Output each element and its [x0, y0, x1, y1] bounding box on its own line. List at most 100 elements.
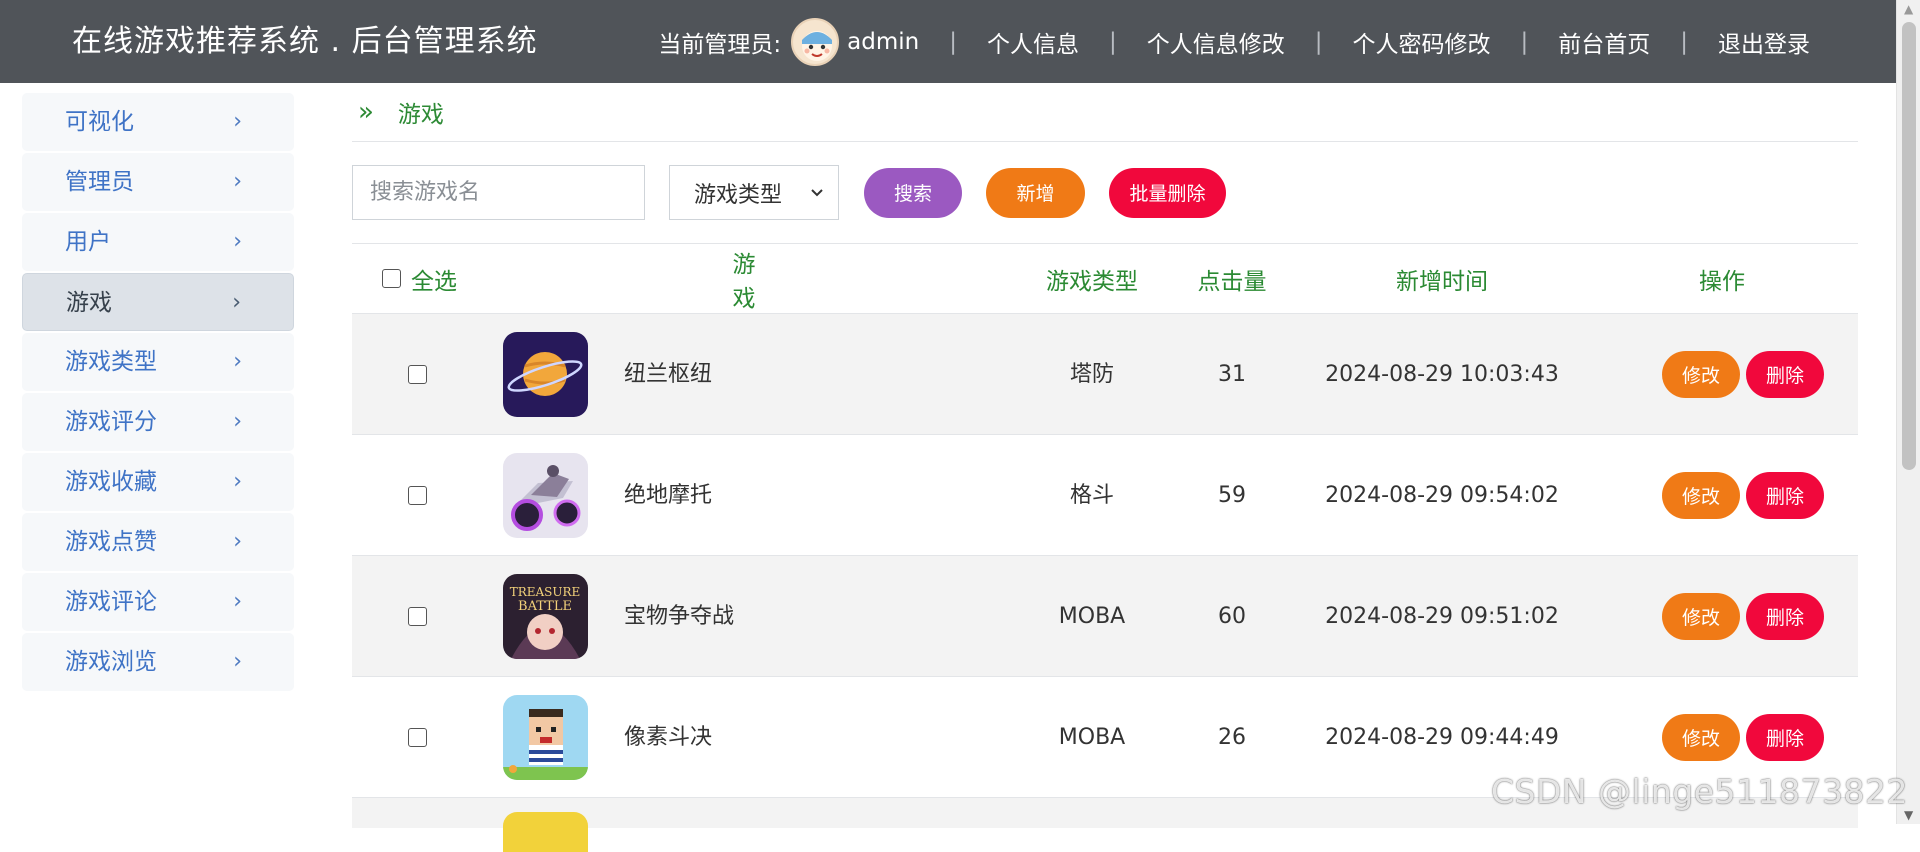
- select-all-label: 全选: [411, 268, 457, 295]
- game-clicks: 59: [1218, 483, 1246, 508]
- chevron-right-icon: ›: [233, 409, 242, 434]
- game-name: 绝地摩托: [624, 483, 713, 508]
- sidebar-item-game-views[interactable]: 游戏浏览 ›: [22, 633, 294, 691]
- breadcrumb-current: 游戏: [397, 102, 444, 128]
- game-time: 2024-08-29 09:51:02: [1325, 604, 1559, 629]
- game-clicks: 26: [1218, 725, 1246, 750]
- search-input[interactable]: [352, 165, 645, 220]
- nav-edit-profile-link[interactable]: 个人信息修改: [1147, 25, 1285, 59]
- delete-button[interactable]: 删除: [1746, 593, 1824, 640]
- chevron-right-icon: ›: [233, 589, 242, 614]
- select-all-checkbox[interactable]: [382, 269, 401, 288]
- game-type: 格斗: [1069, 483, 1114, 508]
- delete-button[interactable]: 删除: [1746, 472, 1824, 519]
- delete-button[interactable]: 删除: [1746, 714, 1824, 761]
- motorbike-icon[interactable]: [503, 453, 588, 538]
- sidebar-item-label: 管理员: [65, 169, 134, 195]
- table-header: 全选 游戏 游戏类型 点击量 新增时间 操作: [352, 244, 1858, 314]
- batch-delete-button[interactable]: 批量删除: [1109, 167, 1226, 218]
- admin-label: 当前管理员:: [658, 31, 782, 58]
- sidebar-item-label: 游戏收藏: [65, 469, 157, 495]
- sidebar-item-label: 游戏浏览: [65, 649, 157, 675]
- select-all: 全选: [382, 262, 457, 296]
- row-actions: 修改 删除: [1662, 593, 1824, 640]
- nav-logout-link[interactable]: 退出登录: [1718, 25, 1810, 59]
- planet-icon[interactable]: [503, 332, 588, 417]
- nav-frontend-home-link[interactable]: 前台首页: [1558, 25, 1650, 59]
- search-toolbar: 游戏类型 搜索 新增 批量删除: [352, 142, 1858, 244]
- game-thumbnail-icon[interactable]: [503, 812, 588, 852]
- row-checkbox[interactable]: [408, 486, 427, 505]
- nav-separator: |: [1109, 28, 1117, 55]
- nav-profile-link[interactable]: 个人信息: [987, 25, 1079, 59]
- chevron-right-icon: ›: [233, 529, 242, 554]
- scrollbar-thumb[interactable]: [1902, 22, 1916, 470]
- chevron-right-icon: ›: [233, 349, 242, 374]
- header-type: 游戏类型: [1046, 268, 1138, 295]
- edit-button[interactable]: 修改: [1662, 593, 1740, 640]
- add-button[interactable]: 新增: [986, 167, 1085, 218]
- sidebar: 可视化 › 管理员 › 用户 › 游戏 › 游戏类型 › 游戏评分 › 游戏收藏 › 游戏点赞…: [22, 93, 294, 693]
- edit-button[interactable]: 修改: [1662, 472, 1740, 519]
- row-actions: 修改 删除: [1662, 472, 1824, 519]
- scroll-up-arrow-icon[interactable]: ▲: [1904, 2, 1913, 16]
- game-type: MOBA: [1058, 725, 1126, 750]
- game-time: 2024-08-29 10:03:43: [1325, 362, 1559, 387]
- sidebar-item-game-comments[interactable]: 游戏评论 ›: [22, 573, 294, 631]
- sidebar-item-admins[interactable]: 管理员 ›: [22, 153, 294, 211]
- header-ops: 操作: [1699, 268, 1745, 295]
- nav-change-password-link[interactable]: 个人密码修改: [1353, 25, 1491, 59]
- header-clicks: 点击量: [1197, 268, 1267, 295]
- admin-avatar: [791, 17, 840, 66]
- sidebar-item-label: 游戏评分: [65, 409, 157, 435]
- sidebar-item-games[interactable]: 游戏 ›: [22, 273, 294, 331]
- table-row: 纽兰枢纽 塔防 31 2024-08-29 10:03:43 修改 删除: [352, 314, 1858, 435]
- chevron-down-icon: [811, 188, 823, 196]
- table-row: 绝地摩托 格斗 59 2024-08-29 09:54:02 修改 删除: [352, 435, 1858, 556]
- sidebar-item-users[interactable]: 用户 ›: [22, 213, 294, 271]
- sidebar-item-label: 用户: [65, 229, 111, 255]
- game-type: MOBA: [1058, 604, 1126, 629]
- header-game: 游戏: [732, 251, 756, 312]
- game-type-select[interactable]: 游戏类型: [669, 165, 839, 220]
- row-checkbox[interactable]: [408, 365, 427, 384]
- edit-button[interactable]: 修改: [1662, 351, 1740, 398]
- game-name: 宝物争夺战: [624, 604, 735, 629]
- game-type: 塔防: [1069, 362, 1114, 387]
- sidebar-item-label: 游戏评论: [65, 589, 157, 615]
- row-checkbox[interactable]: [408, 607, 427, 626]
- sidebar-item-game-types[interactable]: 游戏类型 ›: [22, 333, 294, 391]
- sidebar-item-game-ratings[interactable]: 游戏评分 ›: [22, 393, 294, 451]
- nav-separator: |: [1680, 28, 1688, 55]
- row-actions: 修改 删除: [1662, 351, 1824, 398]
- header-time: 新增时间: [1396, 268, 1488, 295]
- sidebar-item-label: 游戏点赞: [65, 529, 157, 555]
- admin-name[interactable]: admin: [847, 29, 919, 55]
- page-scrollbar[interactable]: ▲ ▼: [1896, 0, 1920, 824]
- game-clicks: 60: [1218, 604, 1246, 629]
- sidebar-item-label: 游戏类型: [65, 349, 157, 375]
- sidebar-item-label: 可视化: [65, 109, 134, 135]
- pixel-character-icon[interactable]: [503, 695, 588, 780]
- delete-button[interactable]: 删除: [1746, 351, 1824, 398]
- sidebar-item-game-favorites[interactable]: 游戏收藏 ›: [22, 453, 294, 511]
- edit-button[interactable]: 修改: [1662, 714, 1740, 761]
- csdn-watermark: CSDN @linge511873822: [1490, 772, 1908, 811]
- game-name: 纽兰枢纽: [624, 362, 713, 387]
- game-clicks: 31: [1218, 362, 1246, 387]
- chevron-right-icon: ›: [233, 169, 242, 194]
- main-content: » 游戏 游戏类型 搜索 新增 批量删除 全选 游戏 游戏类型 点击量 新增时间…: [352, 83, 1858, 852]
- sidebar-item-game-likes[interactable]: 游戏点赞 ›: [22, 513, 294, 571]
- treasure-battle-logo-text: BATTLE: [518, 599, 572, 614]
- treasure-battle-icon[interactable]: TREASURE BATTLE: [503, 574, 588, 659]
- row-checkbox[interactable]: [408, 728, 427, 747]
- game-type-select-value: 游戏类型: [694, 182, 783, 208]
- nav-separator: |: [1520, 28, 1529, 55]
- sidebar-item-visualization[interactable]: 可视化 ›: [22, 93, 294, 151]
- app-title: 在线游戏推荐系统 . 后台管理系统: [72, 24, 538, 59]
- search-button[interactable]: 搜索: [864, 167, 962, 218]
- nav-separator: |: [1314, 28, 1323, 55]
- chevron-right-icon: ›: [233, 109, 242, 134]
- game-name: 像素斗决: [624, 725, 713, 750]
- avatar-icon: [802, 30, 833, 61]
